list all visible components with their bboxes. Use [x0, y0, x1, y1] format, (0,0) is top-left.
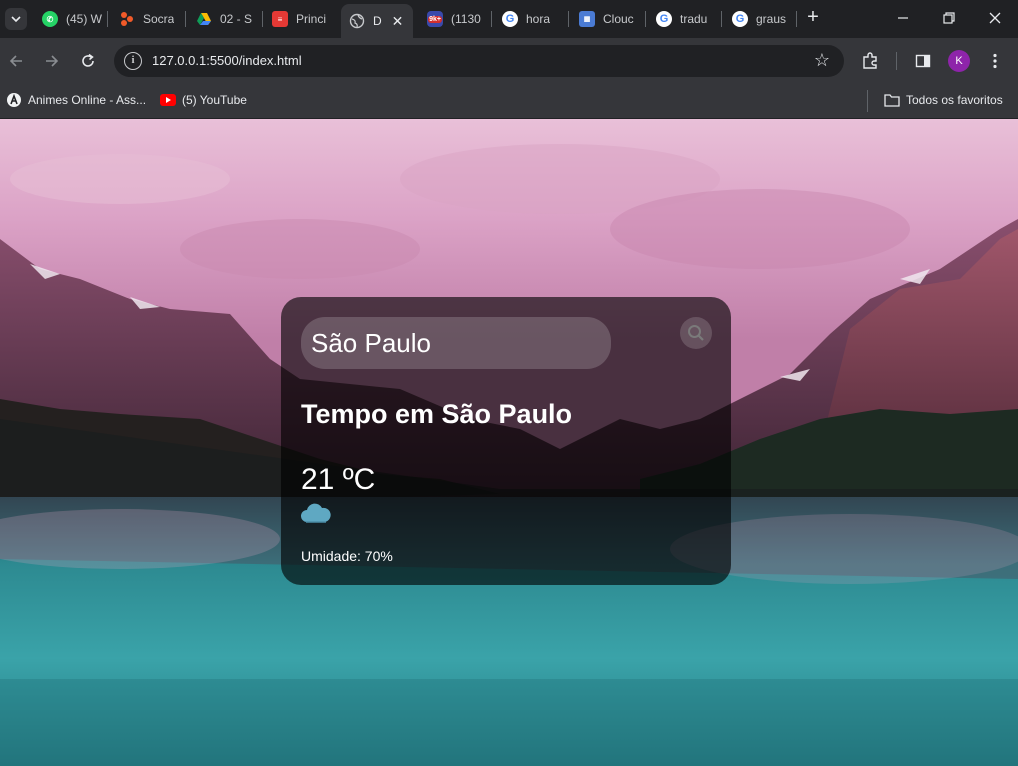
google-icon: G	[656, 11, 672, 27]
bookmark-label: Animes Online - Ass...	[28, 93, 147, 107]
tab-title: graus	[756, 12, 787, 26]
google-icon: G	[502, 11, 518, 27]
tab-title: Princi	[296, 12, 327, 26]
doc-icon: ≡	[272, 11, 288, 27]
tab-whatsapp[interactable]: ✆ (45) W	[34, 4, 102, 34]
side-panel-button[interactable]	[912, 50, 934, 72]
tab-title: (1130	[451, 12, 481, 26]
more-vertical-icon	[993, 53, 997, 69]
tab-title: hora	[526, 12, 551, 26]
tab-google-tradu[interactable]: G tradu	[648, 4, 718, 34]
tab-title: tradu	[680, 12, 708, 26]
arrow-right-icon	[46, 55, 59, 67]
google-drive-icon	[196, 11, 212, 27]
menu-button[interactable]	[984, 50, 1006, 72]
tab-separator	[568, 11, 569, 27]
bookmark-star-icon[interactable]: ☆	[814, 50, 830, 71]
folder-icon	[884, 92, 900, 108]
bookmarks-divider	[867, 90, 868, 112]
bookmark-label: (5) YouTube	[182, 93, 247, 107]
side-panel-icon	[915, 54, 931, 68]
city-search-input[interactable]	[301, 317, 611, 369]
tab-title: (45) W	[66, 12, 102, 26]
minimize-icon	[898, 17, 908, 19]
temperature: 21 ºC	[301, 463, 376, 496]
tab-princi[interactable]: ≡ Princi	[264, 4, 336, 34]
close-window-button[interactable]	[972, 6, 1018, 30]
forward-button[interactable]	[41, 50, 63, 72]
reload-button[interactable]	[77, 50, 99, 72]
tab-separator	[491, 11, 492, 27]
tab-active[interactable]: D ✕	[341, 4, 413, 38]
mail-badge: 9k+	[428, 15, 442, 23]
all-bookmarks-label: Todos os favoritos	[906, 93, 1003, 107]
page-viewport: Tempo em São Paulo 21 ºC Umidade: 70%	[0, 119, 1018, 766]
tab-separator	[645, 11, 646, 27]
tab-separator	[721, 11, 722, 27]
tab-title: Clouc	[603, 12, 634, 26]
search-icon	[688, 325, 704, 341]
back-button[interactable]	[5, 50, 27, 72]
tab-socratica[interactable]: Socra	[111, 4, 181, 34]
tab-title: 02 - S	[220, 12, 253, 26]
all-bookmarks-button[interactable]: Todos os favoritos	[884, 92, 1003, 108]
restore-icon	[943, 12, 955, 24]
bookmark-animes[interactable]: Animes Online - Ass...	[6, 92, 146, 108]
tab-cloud[interactable]: ▦ Clouc	[571, 4, 641, 34]
search-button[interactable]	[680, 317, 712, 349]
extensions-button[interactable]	[859, 50, 881, 72]
cloud-icon: ▦	[579, 11, 595, 27]
youtube-icon	[160, 92, 176, 108]
tab-google-graus[interactable]: G graus	[724, 4, 794, 34]
site-info-icon[interactable]: i	[124, 52, 142, 70]
tab-strip: ✆ (45) W Socra 02 - S ≡ Princi D ✕ 9k+ (…	[0, 0, 1018, 38]
tab-separator	[796, 11, 797, 27]
tab-mail[interactable]: 9k+ (1130	[419, 4, 487, 34]
url-text[interactable]: 127.0.0.1:5500/index.html	[152, 53, 302, 68]
close-icon[interactable]: ✕	[392, 13, 404, 30]
browser-toolbar: i 127.0.0.1:5500/index.html ☆ K	[0, 38, 1018, 84]
tab-separator	[107, 11, 108, 27]
bookmark-youtube[interactable]: (5) YouTube	[160, 92, 247, 108]
bookmarks-bar: Animes Online - Ass... (5) YouTube Todos…	[0, 84, 1018, 119]
restore-button[interactable]	[926, 6, 972, 30]
toolbar-divider	[896, 52, 897, 70]
tab-drive[interactable]: 02 - S	[188, 4, 260, 34]
avatar: K	[948, 50, 970, 72]
arrow-left-icon	[9, 55, 22, 67]
tab-separator	[185, 11, 186, 27]
tab-title: D	[373, 14, 382, 28]
tab-title: Socra	[143, 12, 175, 26]
city-title: Tempo em São Paulo	[301, 399, 573, 429]
socratica-icon	[119, 11, 135, 27]
address-bar[interactable]: i 127.0.0.1:5500/index.html ☆	[114, 45, 844, 77]
humidity-text: Umidade: 70%	[301, 548, 393, 564]
reload-icon	[82, 53, 94, 67]
close-icon	[989, 12, 1001, 24]
globe-icon	[349, 13, 365, 29]
minimize-button[interactable]	[880, 6, 926, 30]
weather-card: Tempo em São Paulo 21 ºC Umidade: 70%	[281, 297, 731, 585]
tab-search-button[interactable]	[5, 8, 27, 30]
google-icon: G	[732, 11, 748, 27]
tab-separator	[262, 11, 263, 27]
mail-icon: 9k+	[427, 11, 443, 27]
whatsapp-icon: ✆	[42, 11, 58, 27]
animes-icon	[6, 92, 22, 108]
tab-google-hora[interactable]: G hora	[494, 4, 564, 34]
chevron-down-icon	[11, 16, 21, 23]
cloud-icon	[301, 503, 331, 523]
new-tab-button[interactable]: +	[803, 7, 823, 28]
profile-button[interactable]: K	[948, 50, 970, 72]
puzzle-icon	[863, 52, 877, 69]
